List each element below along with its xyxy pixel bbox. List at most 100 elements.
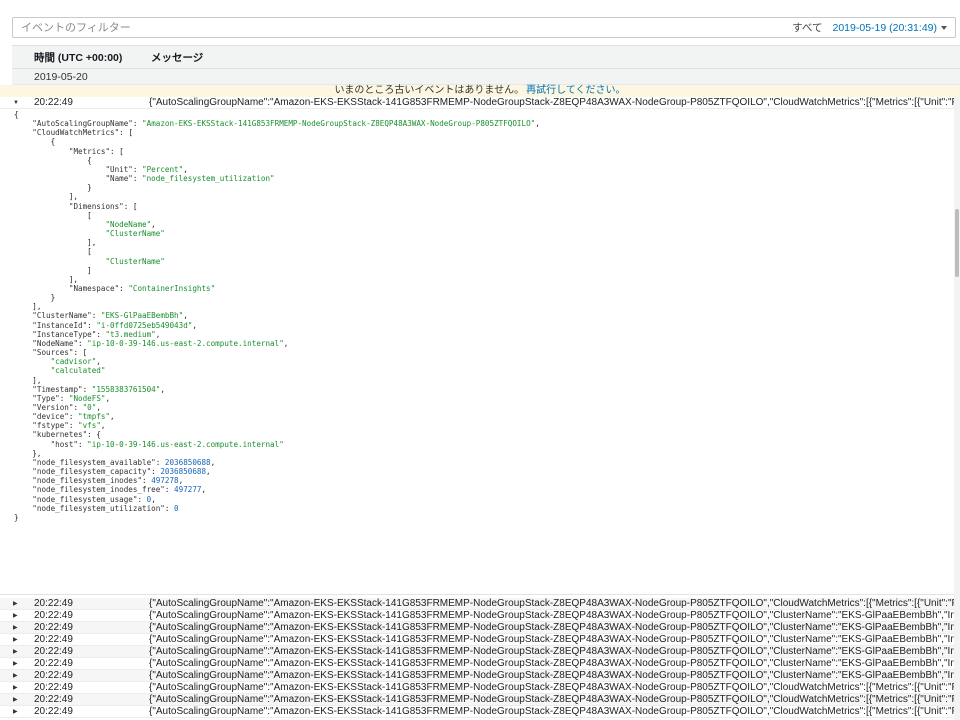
json-string: "calculated" (50, 366, 106, 376)
json-punct: : (132, 164, 143, 174)
json-punct: : (142, 476, 152, 486)
json-line: "Timestamp": "1558383761504", (14, 385, 944, 394)
json-punct: ], (14, 238, 97, 248)
json-punct: : (78, 338, 88, 348)
json-key: "Dimensions" (68, 201, 124, 211)
json-line: "kubernetes": { (14, 430, 944, 439)
expand-triangle-icon[interactable]: ▶ (13, 598, 18, 609)
json-key: "Namespace" (68, 283, 120, 293)
json-punct: , (192, 320, 197, 330)
retry-link[interactable]: 再試行してください。 (526, 85, 625, 96)
json-punct: } (14, 293, 56, 303)
json-punct: : (164, 503, 175, 513)
all-events-label[interactable]: すべて (792, 20, 822, 35)
json-line: "InstanceType": "t3.medium", (14, 330, 944, 339)
json-key: "Metrics" (68, 146, 111, 156)
json-punct (14, 119, 32, 128)
json-punct: : (59, 393, 69, 403)
json-punct (14, 394, 32, 403)
column-header: 時間 (UTC +00:00) メッセージ (12, 45, 960, 69)
json-line: "ClusterName" (14, 257, 944, 266)
json-punct (14, 440, 51, 449)
event-filter-input[interactable] (13, 18, 793, 37)
json-punct: } (14, 183, 92, 193)
scrollbar-track[interactable] (954, 97, 960, 720)
event-row[interactable]: ▶ 20:22:49 {"AutoScalingGroupName":"Amazon… (0, 598, 960, 610)
json-string: "1558383761504" (91, 384, 161, 394)
json-punct: : [ (119, 128, 133, 138)
json-punct (14, 366, 51, 375)
json-punct (14, 485, 32, 494)
json-line: "ClusterName" (14, 229, 944, 238)
expand-triangle-icon[interactable]: ▶ (13, 706, 18, 717)
event-time: 20:22:49 (34, 682, 73, 693)
json-key: "Name" (105, 174, 133, 184)
event-time: 20:22:49 (34, 646, 73, 657)
event-row[interactable]: ▶ 20:22:49 {"AutoScalingGroupName":"Amazon… (0, 682, 960, 694)
collapse-triangle-icon[interactable]: ▼ (13, 97, 19, 108)
json-key: "device" (32, 412, 69, 422)
expand-triangle-icon[interactable]: ▶ (13, 694, 18, 705)
json-punct: , (151, 219, 156, 229)
json-line: "node_filesystem_utilization": 0 (14, 504, 944, 513)
json-punct: : (132, 174, 143, 184)
expand-triangle-icon[interactable]: ▶ (13, 682, 18, 693)
event-row[interactable]: ▶ 20:22:49 {"AutoScalingGroupName":"Amazon… (0, 658, 960, 670)
expanded-event-json: { "AutoScalingGroupName": "Amazon-EKS-EK… (14, 110, 944, 594)
json-line: "node_filesystem_capacity": 2036850688, (14, 467, 944, 476)
event-row[interactable]: ▶ 20:22:49 {"AutoScalingGroupName":"Amazon… (0, 622, 960, 634)
event-row[interactable]: ▶ 20:22:49 {"AutoScalingGroupName":"Amazon… (0, 694, 960, 706)
no-older-events-notice: いまのところ古いイベントはありません。 再試行してください。 (0, 85, 960, 97)
json-line: { (14, 110, 944, 119)
event-row[interactable]: ▶ 20:22:49 {"AutoScalingGroupName":"Amazon… (0, 706, 960, 718)
column-message: メッセージ (151, 51, 204, 64)
expand-triangle-icon[interactable]: ▶ (13, 610, 18, 621)
json-punct: ], (14, 192, 79, 202)
json-punct: ] (14, 265, 92, 275)
event-row[interactable]: ▶ 20:22:49 {"AutoScalingGroupName":"Amazon… (0, 670, 960, 682)
json-line: ], (14, 238, 944, 247)
json-string: "node_filesystem_utilization" (142, 174, 275, 184)
json-punct: , (96, 357, 101, 367)
event-time: 20:22:49 (34, 706, 73, 717)
expand-triangle-icon[interactable]: ▶ (13, 646, 18, 657)
json-punct (14, 147, 69, 156)
json-key: "Timestamp" (32, 384, 83, 394)
json-punct: , (100, 421, 106, 431)
json-punct (14, 403, 32, 412)
json-line: "calculated" (14, 366, 944, 375)
json-key: "ClusterName" (32, 311, 92, 321)
json-string: "EKS-GlPaaEBembBh" (100, 311, 184, 321)
json-key: "host" (50, 439, 79, 449)
json-line: ], (14, 192, 944, 201)
json-punct: : [ (110, 146, 124, 156)
json-key: "node_filesystem_usage" (32, 494, 138, 504)
scrollbar-thumb[interactable] (955, 209, 959, 277)
json-line: ], (14, 376, 944, 385)
json-punct (14, 339, 32, 348)
json-string: "NodeFS" (68, 393, 106, 403)
column-time[interactable]: 時間 (UTC +00:00) (34, 50, 122, 65)
event-row[interactable]: ▶ 20:22:49 {"AutoScalingGroupName":"Amazon… (0, 646, 960, 658)
json-line: "node_filesystem_usage": 0, (14, 495, 944, 504)
json-punct (14, 385, 32, 394)
event-row[interactable]: ▶ 20:22:49 {"AutoScalingGroupName":"Amazon… (0, 634, 960, 646)
json-punct: : (73, 403, 83, 412)
expand-triangle-icon[interactable]: ▶ (13, 658, 18, 669)
json-string: "ClusterName" (105, 229, 165, 239)
json-line: "NodeName", (14, 220, 944, 229)
event-time: 20:22:49 (34, 598, 73, 609)
json-punct (14, 202, 69, 211)
event-time: 20:22:49 (34, 622, 73, 633)
expand-triangle-icon[interactable]: ▶ (13, 622, 18, 633)
event-row[interactable]: ▶ 20:22:49 {"AutoScalingGroupName":"Amazon… (0, 610, 960, 622)
time-range-dropdown[interactable]: 2019-05-19 (20:31:49) (833, 22, 947, 34)
json-punct: { (14, 137, 56, 147)
json-key: "InstanceType" (32, 329, 97, 339)
expand-triangle-icon[interactable]: ▶ (13, 634, 18, 645)
expand-triangle-icon[interactable]: ▶ (13, 670, 18, 681)
notice-text: いまのところ古いイベントはありません。 (334, 85, 525, 96)
event-row[interactable]: ▼ 20:22:49 {"AutoScalingGroupName":"Amazon… (0, 97, 960, 109)
json-punct: , (105, 393, 111, 403)
json-punct: : (91, 311, 101, 321)
